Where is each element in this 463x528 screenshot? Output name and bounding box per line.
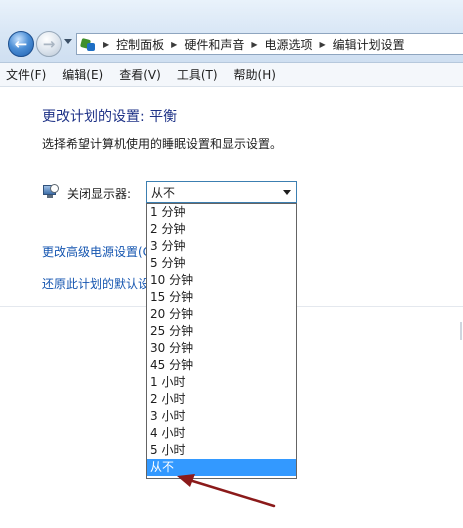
breadcrumb-separator-icon[interactable]: ▶ xyxy=(251,40,257,49)
option-2min[interactable]: 2 分钟 xyxy=(147,221,296,238)
breadcrumb-power-options[interactable]: 电源选项 xyxy=(265,36,313,53)
option-10min[interactable]: 10 分钟 xyxy=(147,272,296,289)
menu-help[interactable]: 帮助(H) xyxy=(234,66,276,83)
page-description: 选择希望计算机使用的睡眠设置和显示设置。 xyxy=(42,137,283,151)
option-1hr[interactable]: 1 小时 xyxy=(147,374,296,391)
breadcrumb-control-panel[interactable]: 控制面板 xyxy=(116,36,164,53)
display-timer-icon xyxy=(43,184,59,199)
recent-pages-dropdown-icon[interactable] xyxy=(64,39,72,44)
restore-defaults-link[interactable]: 还原此计划的默认设置 xyxy=(42,275,146,292)
navigation-bar: ← → ▶ 控制面板 ▶ 硬件和声音 ▶ 电源选项 ▶ 编辑计划设置 xyxy=(0,0,463,63)
back-button[interactable]: ← xyxy=(8,31,34,57)
turn-off-display-select[interactable]: 从不 xyxy=(146,181,297,203)
page-title: 更改计划的设置: 平衡 xyxy=(42,109,178,125)
option-1min[interactable]: 1 分钟 xyxy=(147,204,296,221)
menu-bar: 文件(F) 编辑(E) 查看(V) 工具(T) 帮助(H) xyxy=(0,63,463,87)
forward-arrow-icon: → xyxy=(42,35,56,53)
option-5hr[interactable]: 5 小时 xyxy=(147,442,296,459)
advanced-power-settings-link[interactable]: 更改高级电源设置(C) xyxy=(42,243,146,260)
chevron-down-icon xyxy=(283,190,291,195)
select-current-value: 从不 xyxy=(151,185,176,200)
menu-file[interactable]: 文件(F) xyxy=(6,66,46,83)
option-45min[interactable]: 45 分钟 xyxy=(147,357,296,374)
back-arrow-icon: ← xyxy=(14,35,28,53)
menu-tools[interactable]: 工具(T) xyxy=(177,66,218,83)
option-3min[interactable]: 3 分钟 xyxy=(147,238,296,255)
control-panel-icon xyxy=(79,36,96,52)
breadcrumb-separator-icon[interactable]: ▶ xyxy=(171,40,177,49)
breadcrumb-separator-icon[interactable]: ▶ xyxy=(103,40,109,49)
scroll-edge xyxy=(460,322,462,340)
option-4hr[interactable]: 4 小时 xyxy=(147,425,296,442)
option-never[interactable]: 从不 xyxy=(147,459,296,476)
address-bar[interactable]: ▶ 控制面板 ▶ 硬件和声音 ▶ 电源选项 ▶ 编辑计划设置 xyxy=(76,33,463,55)
turn-off-display-label: 关闭显示器: xyxy=(67,187,132,201)
option-30min[interactable]: 30 分钟 xyxy=(147,340,296,357)
breadcrumb-separator-icon[interactable]: ▶ xyxy=(320,40,326,49)
menu-view[interactable]: 查看(V) xyxy=(119,66,161,83)
menu-edit[interactable]: 编辑(E) xyxy=(62,66,103,83)
breadcrumb-edit-plan-settings[interactable]: 编辑计划设置 xyxy=(333,36,405,53)
option-5min[interactable]: 5 分钟 xyxy=(147,255,296,272)
display-timeout-dropdown-list: 1 分钟 2 分钟 3 分钟 5 分钟 10 分钟 15 分钟 20 分钟 25… xyxy=(146,203,297,479)
option-20min[interactable]: 20 分钟 xyxy=(147,306,296,323)
option-2hr[interactable]: 2 小时 xyxy=(147,391,296,408)
option-3hr[interactable]: 3 小时 xyxy=(147,408,296,425)
breadcrumb-hardware-sound[interactable]: 硬件和声音 xyxy=(184,36,244,53)
option-25min[interactable]: 25 分钟 xyxy=(147,323,296,340)
option-15min[interactable]: 15 分钟 xyxy=(147,289,296,306)
forward-button[interactable]: → xyxy=(36,31,62,57)
